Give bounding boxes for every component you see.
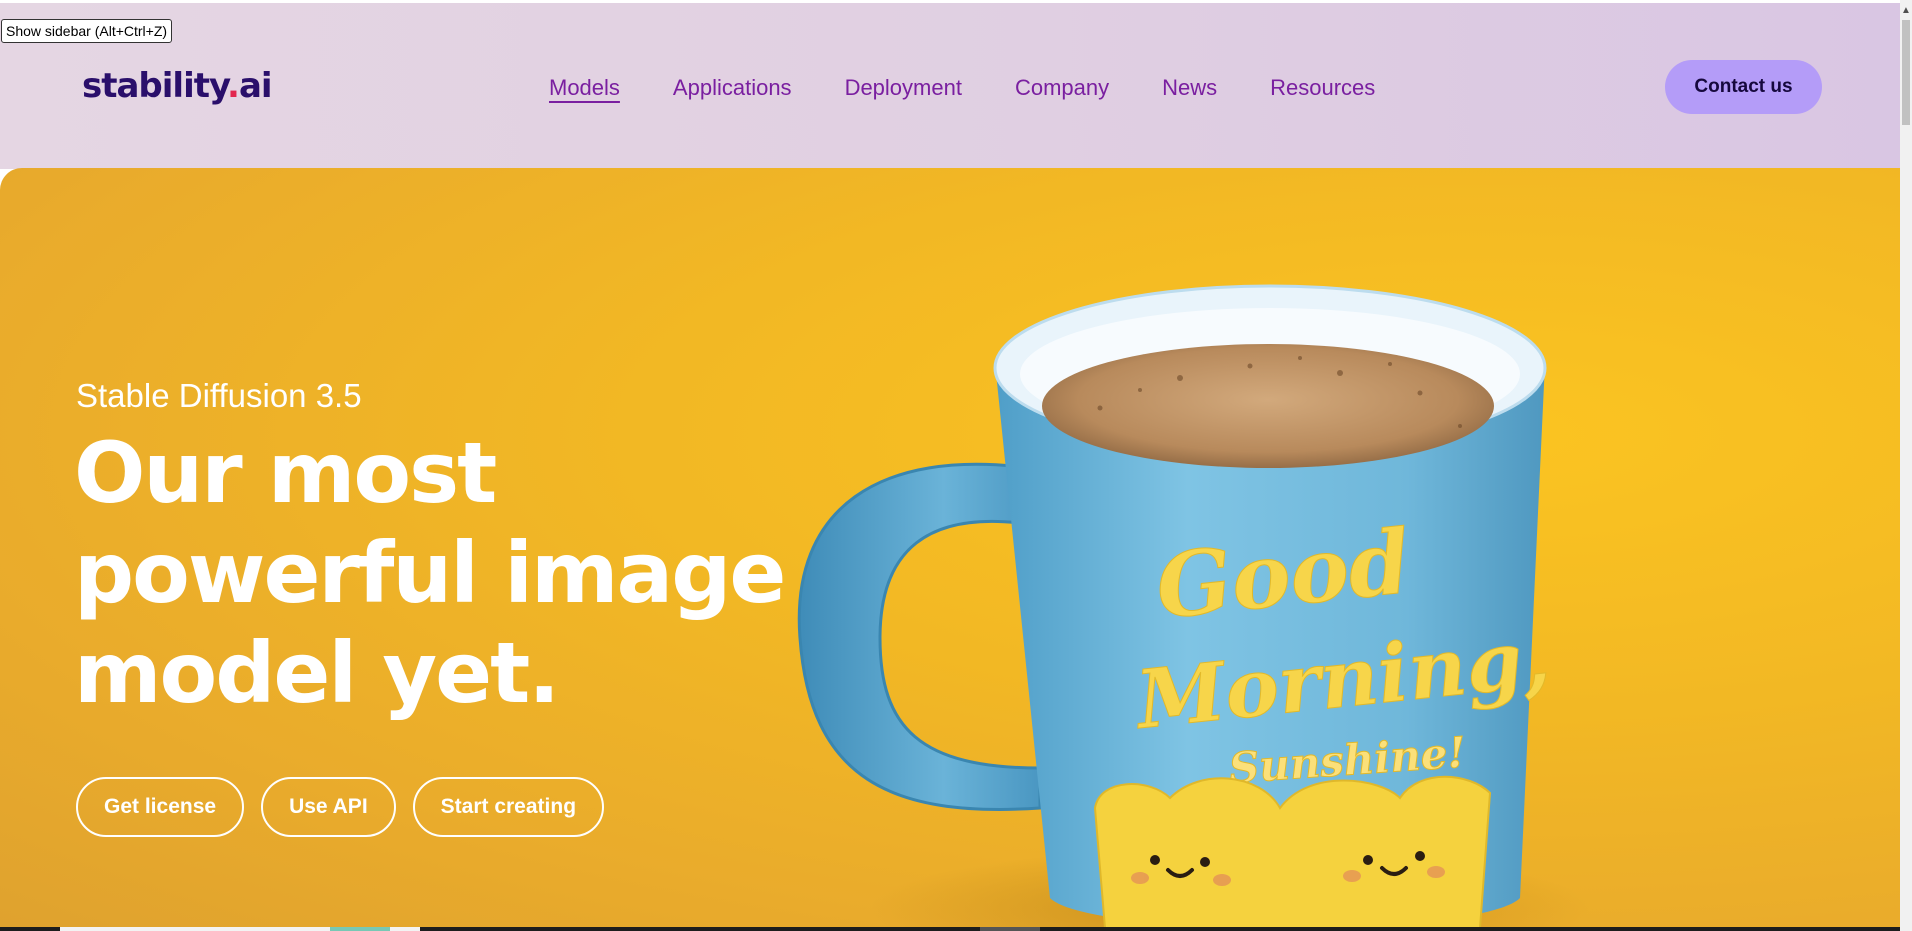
nav-item-news[interactable]: News	[1162, 73, 1217, 103]
logo-main: stability	[82, 66, 228, 106]
page: Show sidebar (Alt+Ctrl+Z) stability.ai M…	[0, 0, 1912, 931]
hero-button-group: Get license Use API Start creating	[76, 777, 605, 837]
nav-item-deployment[interactable]: Deployment	[845, 73, 962, 103]
hero-title-line: powerful image	[74, 524, 786, 622]
hero-section: Good Morning, Sunshine! Stable Diffusion…	[0, 168, 1900, 928]
hero-title: Our most powerful image model yet.	[74, 423, 894, 723]
get-license-button[interactable]: Get license	[76, 777, 245, 837]
logo-tld: ai	[238, 66, 273, 106]
nav-item-models[interactable]: Models	[549, 73, 620, 103]
use-api-button[interactable]: Use API	[261, 777, 396, 837]
hero-title-line: model yet.	[74, 624, 560, 722]
nav-item-company[interactable]: Company	[1015, 73, 1109, 103]
scrollbar-thumb[interactable]	[1902, 20, 1910, 125]
nav-item-resources[interactable]: Resources	[1270, 73, 1375, 103]
start-creating-button[interactable]: Start creating	[412, 777, 605, 837]
site-header: stability.ai Models Applications Deploym…	[0, 3, 1900, 169]
hero-title-line: Our most	[74, 424, 497, 522]
scroll-up-arrow-icon[interactable]: ▲	[1900, 4, 1912, 18]
coffee-surface	[1042, 344, 1494, 468]
main-nav: Models Applications Deployment Company N…	[549, 73, 1375, 103]
bottom-strip	[0, 927, 1900, 931]
contact-us-button[interactable]: Contact us	[1665, 60, 1822, 114]
logo-dot: .	[227, 66, 240, 106]
sidebar-tooltip: Show sidebar (Alt+Ctrl+Z)	[1, 19, 173, 43]
mug-band	[1093, 775, 1492, 928]
hero-eyebrow: Stable Diffusion 3.5	[76, 377, 362, 414]
nav-item-applications[interactable]: Applications	[673, 73, 792, 103]
vertical-scrollbar[interactable]: ▲	[1900, 0, 1912, 931]
logo[interactable]: stability.ai	[82, 61, 273, 111]
